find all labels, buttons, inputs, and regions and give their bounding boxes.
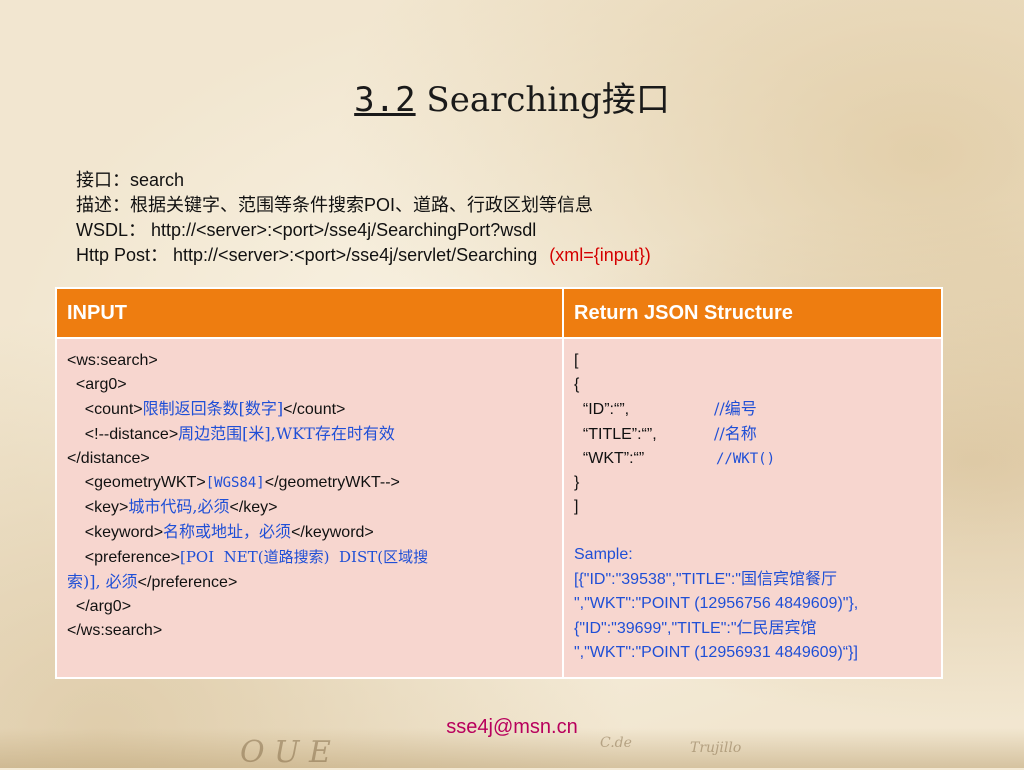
sample-text: 国信宾馆餐厅 <box>740 569 837 588</box>
input-line: <arg0> <box>67 376 127 393</box>
output-line: } <box>574 474 580 491</box>
sample-line: ","WKT":"POINT (12956756 4849609)"}, <box>574 595 859 612</box>
field-comment: //WKT() <box>716 451 776 467</box>
output-cell: [ { “ID”:“”, //编号 “TITLE”:“”, //名称 “WKT”:“… <box>562 337 943 679</box>
input-line: <keyword>名称或地址，必须</keyword> <box>67 520 552 545</box>
input-line: <geometryWKT>[WGS84]</geometryWKT--> <box>67 471 552 495</box>
sample-line: ","WKT":"POINT (12956931 4849609)“}] <box>574 644 858 661</box>
table-header-row: INPUT Return JSON Structure <box>55 287 943 339</box>
title-number: 3.2 <box>354 80 416 120</box>
json-field: “TITLE”:“”, <box>574 426 657 443</box>
input-line: <key>城市代码,必须</key> <box>67 495 552 520</box>
sample-text: 仁民居宾馆 <box>736 618 817 637</box>
param-comment: 周边范围[米],WKT存在时有效 <box>178 424 395 443</box>
xml-tag: <key> <box>67 499 129 516</box>
field-comment: //名称 <box>714 424 757 443</box>
interface-name: 接口：search <box>76 170 185 190</box>
param-comment: [POI NET(道路搜索) DIST(区域搜 <box>179 548 429 566</box>
input-line: <ws:search> <box>67 352 158 369</box>
output-line: [ <box>574 352 579 369</box>
json-field: “WKT”:“” <box>574 450 645 467</box>
sample-line: [{"ID":"39538","TITLE":"国信宾馆餐厅 <box>574 567 931 592</box>
table-row: <ws:search> <arg0> <count>限制返回条数[数字]</co… <box>55 337 943 679</box>
input-line: <!--distance>周边范围[米],WKT存在时有效 <box>67 422 552 447</box>
input-line: 索)], 必须</preference> <box>67 570 552 595</box>
xml-tag: <geometryWKT> <box>67 474 206 491</box>
param-comment: 城市代码,必须 <box>128 497 230 516</box>
interface-info: 接口：search 描述：根据关键字、范围等条件搜索POI、道路、行政区划等信息… <box>76 168 651 268</box>
input-line: <preference>[POI NET(道路搜索) DIST(区域搜 <box>67 545 552 570</box>
input-line: </distance> <box>67 450 150 467</box>
header-return-json: Return JSON Structure <box>562 287 943 339</box>
input-cell: <ws:search> <arg0> <count>限制返回条数[数字]</co… <box>55 337 564 679</box>
wsdl-url: WSDL： http://<server>:<port>/sse4j/Searc… <box>76 220 537 240</box>
interface-table: INPUT Return JSON Structure <ws:search> … <box>55 287 943 679</box>
output-line: “WKT”:“” //WKT() <box>574 447 931 471</box>
title-text: Searching接口 <box>415 80 670 120</box>
output-line: “ID”:“”, //编号 <box>574 397 931 422</box>
map-decoration: O U E <box>240 735 331 770</box>
input-line: </ws:search> <box>67 622 163 639</box>
xml-tag: </geometryWKT--> <box>264 474 400 491</box>
output-line: { <box>574 376 580 393</box>
sample-text: {"ID":"39699","TITLE":" <box>574 620 737 637</box>
interface-description: 描述：根据关键字、范围等条件搜索POI、道路、行政区划等信息 <box>76 195 594 215</box>
page-title: 3.2 Searching接口 <box>0 72 1024 121</box>
header-input: INPUT <box>55 287 564 339</box>
param-comment: 限制返回条数[数字] <box>142 399 284 418</box>
output-line: ] <box>574 498 579 515</box>
http-post-text: Http Post： http://<server>:<port>/sse4j/… <box>76 245 538 265</box>
param-comment: 名称或地址，必须 <box>163 522 292 541</box>
xml-tag: <!--distance> <box>67 426 179 443</box>
field-comment: //编号 <box>714 399 757 418</box>
output-line: “TITLE”:“”, //名称 <box>574 422 931 447</box>
sample-line: {"ID":"39699","TITLE":"仁民居宾馆 <box>574 616 931 641</box>
xml-tag: </preference> <box>137 574 238 591</box>
param-comment: 索)], 必须 <box>67 572 138 591</box>
xml-tag: <keyword> <box>67 524 164 541</box>
input-line: <count>限制返回条数[数字]</count> <box>67 397 552 422</box>
xml-tag: </key> <box>229 499 278 516</box>
http-post-url: Http Post： http://<server>:<port>/sse4j/… <box>76 243 651 268</box>
input-line: </arg0> <box>67 598 132 615</box>
http-post-param: (xml={input}) <box>549 245 651 265</box>
sample-label: Sample: <box>574 546 633 563</box>
sample-text: [{"ID":"39538","TITLE":" <box>574 571 741 588</box>
xml-tag: <count> <box>67 401 143 418</box>
map-decoration: Trujillo <box>690 740 742 756</box>
json-field: “ID”:“”, <box>574 401 630 418</box>
xml-tag: <preference> <box>67 549 180 566</box>
xml-tag: </count> <box>283 401 346 418</box>
param-comment: [WGS84] <box>205 475 265 491</box>
footer-email: sse4j@msn.cn <box>446 716 578 738</box>
xml-tag: </keyword> <box>291 524 374 541</box>
